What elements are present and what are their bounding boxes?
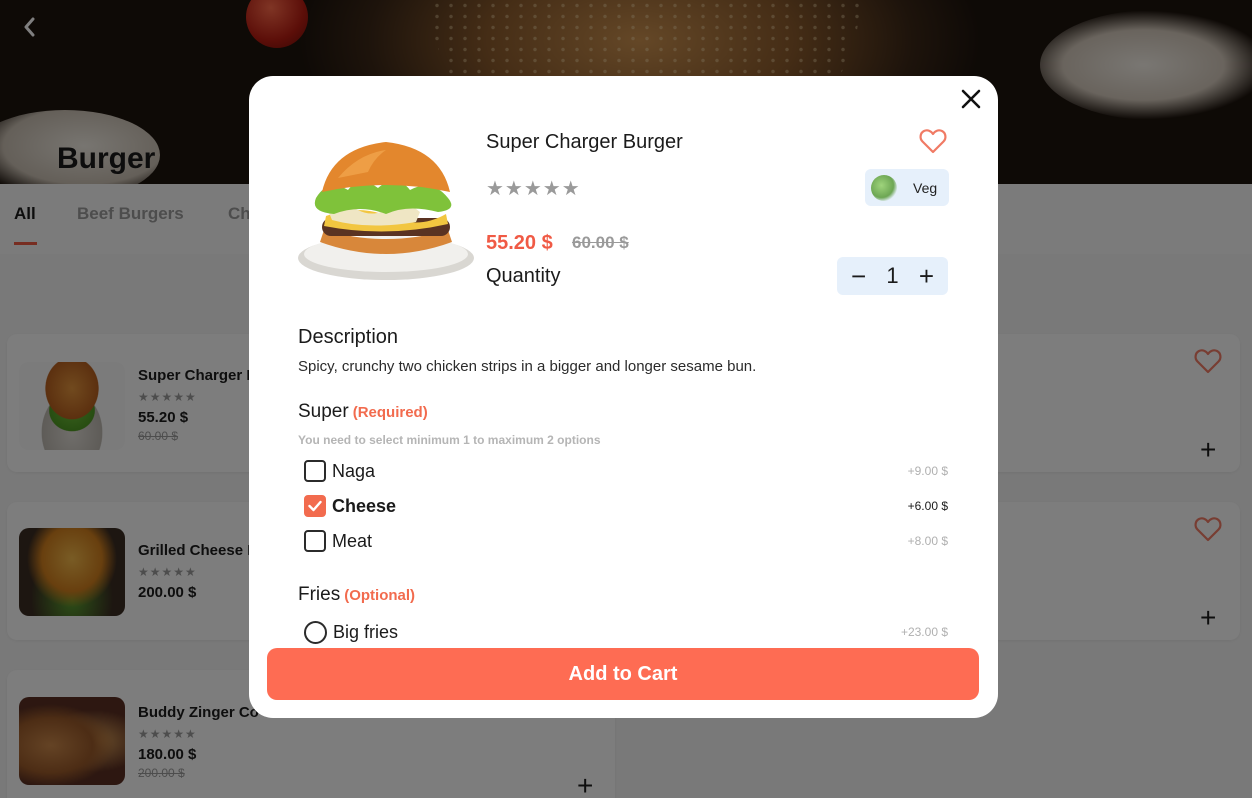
checkbox[interactable] (304, 460, 326, 482)
veg-badge: Veg (865, 169, 949, 206)
option-label: Meat (332, 530, 373, 551)
option-group-title: Super (Required) (298, 401, 428, 423)
product-title: Super Charger Burger (486, 131, 683, 153)
option-label: Naga (332, 460, 376, 481)
description-text: Spicy, crunchy two chicken strips in a b… (298, 358, 757, 375)
rating-stars: ★★★★★ (486, 178, 581, 200)
increment-button[interactable]: + (919, 263, 934, 289)
product-details-modal: Super Charger Burger ★★★★★ Veg 55.20 $ 6… (249, 76, 998, 718)
option-cheese[interactable]: Cheese +6.00 $ (304, 492, 948, 520)
checkbox[interactable] (304, 530, 326, 552)
leaf-icon (871, 174, 897, 201)
option-group-hint: You need to select minimum 1 to maximum … (298, 433, 601, 447)
quantity-stepper: − 1 + (837, 257, 948, 295)
checkmark-icon (308, 500, 322, 512)
option-price: +23.00 $ (900, 625, 948, 639)
optional-tag: (Optional) (344, 587, 416, 604)
option-price: +6.00 $ (907, 499, 948, 513)
quantity-value: 1 (886, 263, 899, 288)
option-group-name: Super (298, 401, 349, 422)
product-image (298, 142, 474, 280)
option-group-name: Fries (298, 584, 341, 605)
required-tag: (Required) (352, 404, 428, 421)
veg-label: Veg (913, 179, 938, 196)
product-old-price: 60.00 $ (572, 233, 629, 252)
option-group-title: Fries (Optional) (298, 584, 415, 606)
quantity-label: Quantity (486, 265, 561, 287)
checkbox-checked[interactable] (304, 495, 326, 517)
decrement-button[interactable]: − (851, 263, 866, 289)
option-price: +9.00 $ (907, 464, 948, 478)
product-price: 55.20 $ (486, 232, 553, 254)
description-title: Description (298, 326, 399, 348)
radio-button[interactable] (304, 620, 327, 644)
heart-icon[interactable] (919, 128, 947, 154)
option-label: Cheese (332, 495, 397, 516)
option-label: Big fries (333, 621, 399, 642)
option-meat[interactable]: Meat +8.00 $ (304, 527, 948, 555)
option-big-fries[interactable]: Big fries +23.00 $ (304, 618, 948, 646)
add-to-cart-button[interactable]: Add to Cart (267, 648, 979, 700)
option-price: +8.00 $ (907, 534, 948, 548)
close-icon[interactable] (958, 86, 984, 112)
option-naga[interactable]: Naga +9.00 $ (304, 457, 948, 485)
